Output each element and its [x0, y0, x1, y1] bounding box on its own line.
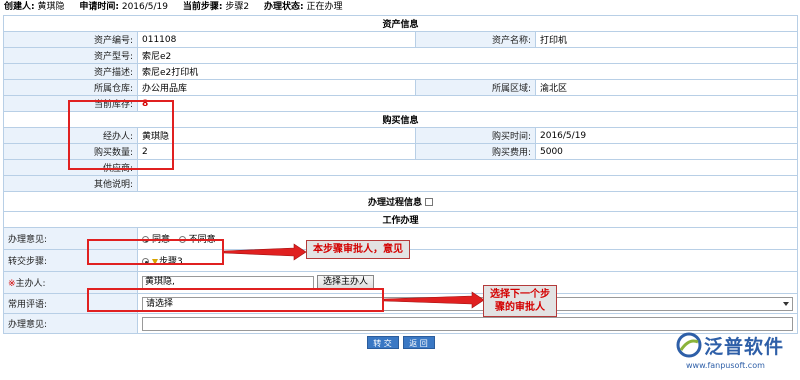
asset-name-label: 资产名称:: [415, 31, 536, 48]
arrow-icon: [384, 291, 484, 309]
callout-next-approver: 选择下一个步 骤的审批人: [483, 285, 557, 317]
asset-section-title: 资产信息: [2, 15, 799, 32]
asset-model-value: 索尼e2: [136, 47, 799, 64]
highlight-box-host: [87, 288, 384, 312]
asset-no-label: 资产编号:: [3, 31, 138, 48]
stock-value: 8: [136, 95, 799, 112]
chevron-down-icon: [783, 301, 790, 306]
apply-time-label: 申请时间:: [79, 2, 119, 12]
region-label: 所属区域:: [415, 79, 536, 96]
logo-mark-icon: [676, 332, 702, 358]
warehouse-label: 所属仓库:: [3, 79, 138, 96]
current-step-value: 步骤2: [225, 2, 250, 12]
process-info-row: 办理过程信息: [2, 191, 799, 212]
status-label: 办理状态:: [263, 2, 304, 12]
current-step-label: 当前步骤:: [182, 2, 223, 12]
back-button[interactable]: 返 回: [402, 336, 435, 350]
cost-label: 购买费用:: [415, 143, 536, 160]
purchase-time-label: 购买时间:: [415, 127, 536, 144]
other-value: [136, 175, 799, 192]
opinion-textarea[interactable]: [142, 316, 794, 331]
submit-button[interactable]: 转 交: [366, 336, 399, 350]
apply-time-value: 2016/5/19: [121, 2, 169, 12]
logo-brand: 泛普软件: [704, 336, 785, 358]
callout-line-2: 骤的审批人: [495, 302, 545, 313]
callout-opinion: 本步骤审批人，意见: [306, 240, 410, 259]
asset-name-value: 打印机: [534, 31, 799, 48]
header-bar: 创建人: 黄琪隐 申请时间: 2016/5/19 当前步骤: 步骤2 办理状态:…: [0, 0, 800, 14]
host-label: 主办人:: [15, 279, 46, 289]
creator-value: 黄琪隐: [37, 2, 65, 12]
handler-value: 黄琪隐: [137, 127, 416, 144]
process-info-label: 办理过程信息: [368, 198, 423, 208]
asset-desc-value: 索尼e2打印机: [136, 63, 799, 80]
status-value: 正在办理: [306, 2, 343, 12]
region-value: 渝北区: [534, 79, 799, 96]
asset-no-value: 011108: [137, 31, 416, 48]
logo: 泛普软件 www.fanpusoft.com: [676, 330, 796, 376]
other-label: 其他说明:: [3, 175, 138, 192]
highlight-box-opinion: [87, 239, 224, 265]
quantity-value: 2: [137, 143, 416, 160]
logo-url: www.fanpusoft.com: [686, 361, 765, 370]
work-section-title: 工作办理: [2, 211, 799, 228]
highlight-box-stock-purchase: [68, 100, 174, 170]
required-mark: ※: [8, 279, 16, 289]
purchase-time-value: 2016/5/19: [534, 127, 799, 144]
callout-line-1: 选择下一个步: [490, 289, 550, 300]
cost-value: 5000: [534, 143, 799, 160]
creator-label: 创建人:: [4, 2, 35, 12]
asset-model-label: 资产型号:: [3, 47, 138, 64]
arrow-icon: [224, 243, 306, 261]
asset-desc-label: 资产描述:: [3, 63, 138, 80]
process-info-checkbox[interactable]: [425, 198, 434, 206]
opinion2-label: 办理意见:: [3, 313, 138, 334]
warehouse-value: 办公用品库: [137, 79, 416, 96]
supplier-value: [136, 159, 799, 176]
